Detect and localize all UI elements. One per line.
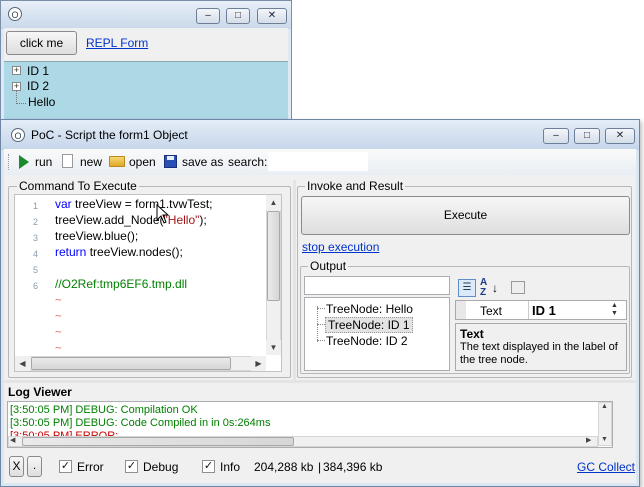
output-node-selected[interactable]: TreeNode: ID 1: [325, 317, 413, 333]
mouse-cursor-icon: [156, 204, 170, 224]
property-divider[interactable]: [528, 301, 529, 319]
property-row-gutter: [456, 301, 466, 319]
memory-separator: |: [318, 460, 322, 474]
tree-connector-line: [16, 103, 26, 104]
code-line[interactable]: treeView.add_Node("Hello");: [55, 213, 207, 227]
run-icon[interactable]: [19, 155, 29, 169]
error-checkbox-label[interactable]: Error: [77, 460, 104, 474]
scroll-right-arrow-icon[interactable]: ▶: [586, 436, 591, 444]
line-number: 5: [32, 265, 38, 275]
scroll-right-arrow-icon[interactable]: ▶: [251, 356, 266, 371]
app-logo-icon: O: [8, 7, 22, 21]
sort-arrow-icon: ↓: [492, 281, 498, 295]
output-group-label: Output: [308, 259, 349, 273]
new-file-icon[interactable]: [62, 154, 73, 168]
expand-icon[interactable]: +: [12, 66, 21, 75]
empty-line-marker: ~: [55, 341, 62, 354]
close-button[interactable]: ✕: [605, 128, 635, 144]
line-number: 2: [32, 217, 38, 227]
maximize-button[interactable]: □: [574, 128, 600, 144]
code-line[interactable]: return treeView.nodes();: [55, 245, 183, 259]
log-line: [3:50:05 PM] DEBUG: Compilation OK: [10, 404, 198, 416]
tree-node-id1[interactable]: ID 1: [27, 64, 49, 78]
vertical-splitter[interactable]: [293, 180, 296, 380]
horizontal-splitter[interactable]: [4, 380, 636, 383]
property-description-title: Text: [460, 327, 484, 341]
scroll-up-arrow-icon[interactable]: ▲: [266, 195, 281, 210]
run-button[interactable]: run: [35, 149, 52, 175]
new-button[interactable]: new: [80, 149, 102, 175]
scroll-down-arrow-icon[interactable]: ▼: [266, 340, 281, 355]
output-node[interactable]: TreeNode: Hello: [326, 302, 413, 316]
property-spin-down-icon[interactable]: ▼: [611, 310, 618, 317]
error-checkbox[interactable]: ✓: [59, 460, 72, 473]
line-number: 1: [32, 201, 38, 211]
log-viewer-title: Log Viewer: [8, 385, 72, 399]
click-me-button[interactable]: click me: [6, 31, 77, 55]
line-number: 3: [32, 233, 38, 243]
minimize-button[interactable]: –: [543, 128, 569, 144]
property-value[interactable]: ID 1: [532, 303, 556, 318]
output-node[interactable]: TreeNode: ID 2: [326, 334, 408, 348]
tree-connector-line: [317, 308, 325, 309]
info-checkbox-label[interactable]: Info: [220, 460, 240, 474]
tree-connector-line: [16, 90, 17, 104]
empty-line-marker: ~: [55, 325, 62, 338]
save-disk-label-area: [167, 156, 174, 160]
minimize-button[interactable]: –: [196, 8, 220, 24]
debug-checkbox-label[interactable]: Debug: [143, 460, 178, 474]
output-filter-input[interactable]: [304, 276, 450, 295]
execute-button[interactable]: Execute: [301, 196, 630, 235]
repl-form-link[interactable]: REPL Form: [86, 36, 148, 50]
close-button[interactable]: ✕: [257, 8, 287, 24]
code-line[interactable]: var treeView = form1.tvwTest;: [55, 197, 213, 211]
tree-node-id2[interactable]: ID 2: [27, 79, 49, 93]
scroll-thumb[interactable]: [22, 437, 294, 446]
debug-checkbox[interactable]: ✓: [125, 460, 138, 473]
scroll-left-arrow-icon[interactable]: ◀: [15, 356, 30, 371]
scroll-down-arrow-icon[interactable]: ▼: [601, 436, 608, 443]
empty-line-marker: ~: [55, 309, 62, 322]
search-label: search:: [228, 155, 268, 169]
scroll-left-arrow-icon[interactable]: ◀: [10, 436, 15, 444]
invoke-group-label: Invoke and Result: [305, 179, 406, 193]
command-group-label: Command To Execute: [17, 179, 139, 193]
categorized-icon[interactable]: ☰: [458, 279, 476, 297]
property-spin-up-icon[interactable]: ▲: [611, 302, 618, 309]
scroll-thumb[interactable]: [267, 211, 280, 301]
property-description-text: The text displayed in the label of the t…: [460, 341, 618, 366]
code-line[interactable]: //O2Ref:tmp6EF6.tmp.dll: [55, 277, 187, 291]
clear-log-x-button[interactable]: X: [9, 456, 24, 477]
open-folder-icon[interactable]: [109, 156, 125, 167]
property-pages-icon[interactable]: [511, 281, 525, 294]
scroll-up-arrow-icon[interactable]: ▲: [601, 403, 608, 410]
empty-line-marker: ~: [55, 293, 62, 306]
scroll-thumb[interactable]: [31, 357, 231, 370]
line-number: 6: [32, 281, 38, 291]
info-checkbox[interactable]: ✓: [202, 460, 215, 473]
tree-connector-line: [317, 324, 325, 325]
memory-usage-2: 384,396 kb: [323, 460, 383, 474]
window-title: PoC - Script the form1 Object: [31, 128, 188, 142]
code-line[interactable]: treeView.blue();: [55, 229, 138, 243]
maximize-button[interactable]: □: [226, 8, 250, 24]
toolbar-grip: [8, 154, 11, 170]
tree-node-hello[interactable]: Hello: [28, 95, 55, 109]
save-as-button[interactable]: save as: [182, 149, 223, 175]
dot-button[interactable]: .: [27, 456, 42, 477]
open-button[interactable]: open: [129, 149, 156, 175]
line-number: 4: [32, 249, 38, 259]
stop-execution-link[interactable]: stop execution: [302, 240, 379, 254]
property-name: Text: [480, 304, 503, 318]
app-logo-icon: O: [11, 128, 25, 142]
gc-collect-link[interactable]: GC Collect: [577, 460, 635, 474]
log-line: [3:50:05 PM] DEBUG: Code Compiled in in …: [10, 417, 271, 429]
search-input[interactable]: [268, 152, 368, 171]
tree-connector-line: [317, 340, 325, 341]
memory-usage: 204,288 kb: [254, 460, 314, 474]
